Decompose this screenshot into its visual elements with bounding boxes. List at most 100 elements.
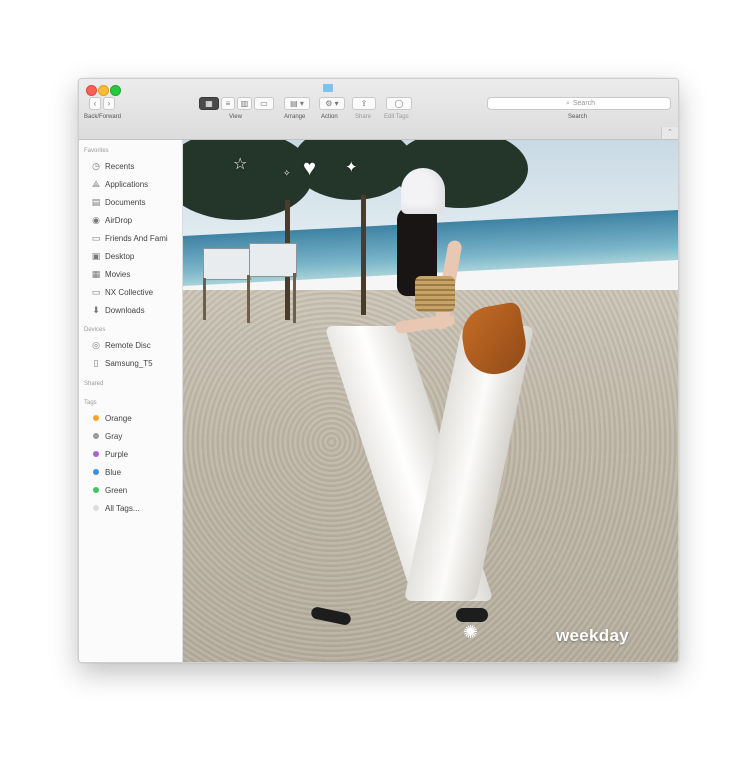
minimize-button[interactable] <box>98 85 109 96</box>
sidebar-item-documents[interactable]: ▤ Documents <box>90 195 146 209</box>
sidebar-item-remote-disc[interactable]: ◎ Remote Disc <box>90 338 151 352</box>
sidebar-item-applications[interactable]: ⟁ Applications <box>90 177 148 191</box>
gallery-view-button[interactable]: ▭ <box>254 97 274 110</box>
sidebar-tag-blue[interactable]: Blue <box>90 465 121 479</box>
sidebar-item-label: Applications <box>105 179 149 189</box>
applications-icon: ⟁ <box>91 178 101 189</box>
arrange-icon: ▤ ▾ <box>290 99 304 108</box>
share-label: Share <box>355 114 372 120</box>
knit-top <box>415 276 455 312</box>
chevron-up-icon: ⌃ <box>667 129 673 136</box>
sidebar-tag-orange[interactable]: Orange <box>90 411 132 425</box>
tag-dot-icon <box>93 415 99 421</box>
search-placeholder: Search <box>572 100 596 107</box>
tag-dot-icon <box>93 487 99 493</box>
sidebar-tag-purple[interactable]: Purple <box>90 447 128 461</box>
arrange-label: Arrange <box>284 114 306 120</box>
film-icon: ▦ <box>91 268 101 279</box>
sparkle-icon: ✦ <box>345 159 358 176</box>
tree-trunk <box>361 195 366 315</box>
sidebar-item-label: Documents <box>105 197 146 207</box>
sidebar-item-label: Friends And Fami <box>105 233 168 243</box>
search-icon: ⌕ <box>565 99 570 107</box>
folder-icon: ▭ <box>91 286 101 297</box>
sidebar-tag-gray[interactable]: Gray <box>90 429 122 443</box>
sidebar-item-label: Downloads <box>105 305 145 315</box>
toolbar: ‹ › Back/Forward ▦ ≡ ▥ ▭ View ▤ ▾ Arrang… <box>79 79 678 140</box>
sidebar-tag-green[interactable]: Green <box>90 483 127 497</box>
sidebar-item-label: Samsung_T5 <box>105 358 153 368</box>
action-button[interactable]: ⚙ ▾ <box>319 97 345 110</box>
sidebar-item-movies[interactable]: ▦ Movies <box>90 267 131 281</box>
edit-tags-label: Edit Tags <box>384 114 409 120</box>
list-view-button[interactable]: ≡ <box>221 97 235 110</box>
share-button[interactable]: ⇪ <box>352 97 376 110</box>
back-forward-label: Back/Forward <box>84 114 122 120</box>
finder-window: ‹ › Back/Forward ▦ ≡ ▥ ▭ View ▤ ▾ Arrang… <box>78 78 679 663</box>
drive-icon: ▯ <box>93 357 99 368</box>
sign-post <box>293 273 296 323</box>
sidebar-item-label: All Tags... <box>105 503 140 513</box>
chevron-left-icon: ‹ <box>93 99 97 108</box>
action-label: Action <box>321 114 338 120</box>
sidebar-item-downloads[interactable]: ⬇ Downloads <box>90 303 145 317</box>
tag-dot-icon <box>93 505 99 511</box>
sign-post <box>203 278 206 320</box>
gallery-icon: ▭ <box>260 99 268 108</box>
view-label: View <box>229 114 242 120</box>
desktop-icon: ▣ <box>91 250 101 261</box>
sidebar-item-label: Movies <box>105 269 131 279</box>
document-icon: ▤ <box>91 196 101 207</box>
tag-icon: ◯ <box>394 99 404 108</box>
icon-view-button[interactable]: ▦ <box>199 97 219 110</box>
folder-icon <box>323 84 333 92</box>
search-field[interactable]: ⌕ Search <box>487 97 671 110</box>
sign-post <box>247 275 250 323</box>
tags-heading: Tags <box>84 400 97 406</box>
sidebar-item-desktop[interactable]: ▣ Desktop <box>90 249 135 263</box>
beanie <box>401 168 445 214</box>
sidebar-item-label: Recents <box>105 161 135 171</box>
sidebar: Favorites ◷ Recents ⟁ Applications ▤ Docume… <box>79 140 183 662</box>
devices-heading: Devices <box>84 327 106 333</box>
forward-button[interactable]: › <box>103 97 115 110</box>
star-outline-icon: ☆ <box>233 156 248 173</box>
favorites-heading: Favorites <box>84 148 109 154</box>
sign-board <box>249 243 297 277</box>
sidebar-item-label: Gray <box>105 431 123 441</box>
sparkle-icon: ✧ <box>283 168 291 178</box>
disc-icon: ◎ <box>92 339 100 350</box>
sidebar-item-friends[interactable]: ▭ Friends And Fami <box>90 231 168 245</box>
folder-icon: ▭ <box>91 232 101 243</box>
watermark-text: weekday <box>556 626 629 645</box>
sidebar-item-recents[interactable]: ◷ Recents <box>90 159 134 173</box>
sidebar-item-airdrop[interactable]: ◉ AirDrop <box>90 213 132 227</box>
columns-icon: ▥ <box>240 99 249 108</box>
arrange-button[interactable]: ▤ ▾ <box>284 97 310 110</box>
tag-dot-icon <box>93 451 99 457</box>
download-icon: ⬇ <box>92 304 100 315</box>
sidebar-item-label: Remote Disc <box>105 340 151 350</box>
clock-icon: ◷ <box>92 160 100 171</box>
path-toggle-button[interactable]: ⌃ <box>661 127 678 139</box>
sandal <box>456 608 488 622</box>
sidebar-item-label: NX Collective <box>105 287 154 297</box>
tag-dot-icon <box>93 469 99 475</box>
close-button[interactable] <box>86 85 97 96</box>
edit-tags-button[interactable]: ◯ <box>386 97 412 110</box>
column-view-button[interactable]: ▥ <box>237 97 252 110</box>
shared-heading: Shared <box>84 381 104 387</box>
sidebar-tag-all[interactable]: All Tags... <box>90 501 140 515</box>
sidebar-item-samsung[interactable]: ▯ Samsung_T5 <box>90 356 153 370</box>
content-photo: ♥ ☆ ✦ ✧ ✺ weekday <box>183 140 678 662</box>
sparkle-icon: ✺ <box>463 622 479 642</box>
sidebar-item-nx-collective[interactable]: ▭ NX Collective <box>90 285 153 299</box>
list-icon: ≡ <box>225 99 231 108</box>
heart-icon: ♥ <box>303 155 317 180</box>
back-button[interactable]: ‹ <box>89 97 101 110</box>
sidebar-item-label: AirDrop <box>105 215 133 225</box>
sidebar-item-label: Blue <box>105 467 122 477</box>
sidebar-item-label: Orange <box>105 413 132 423</box>
zoom-button[interactable] <box>110 85 121 96</box>
sidebar-item-label: Green <box>105 485 128 495</box>
